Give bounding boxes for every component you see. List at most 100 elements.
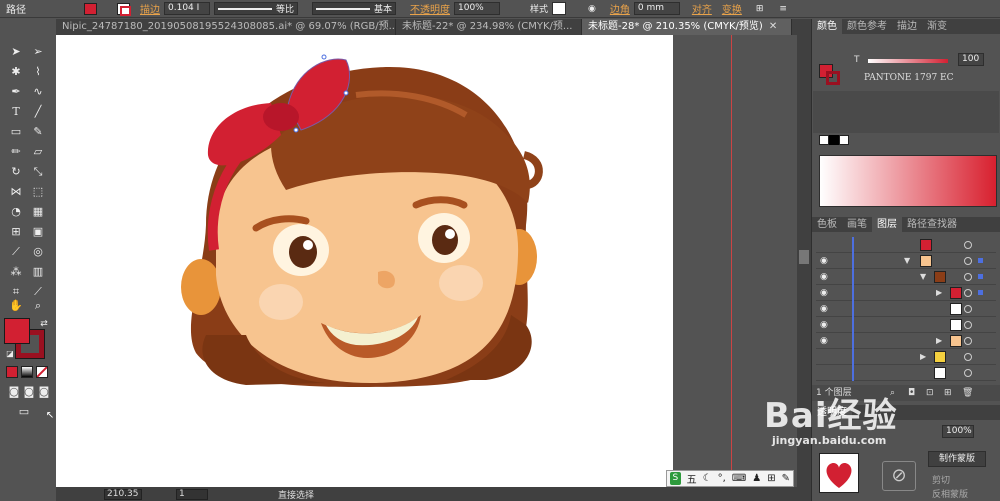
target-icon[interactable] <box>964 369 972 377</box>
black-color-swatch[interactable] <box>829 135 839 145</box>
tab-layers[interactable]: 图层 <box>872 217 902 232</box>
target-icon[interactable] <box>964 273 972 281</box>
variable-width-profile[interactable]: 等比 <box>214 2 298 15</box>
symbol-sprayer-tool-icon[interactable]: ⁂ <box>8 264 24 280</box>
eye-icon[interactable]: ◉ <box>820 320 830 330</box>
moon-icon[interactable]: ☾ <box>703 473 712 484</box>
layer-row[interactable] <box>816 237 996 253</box>
color-mode-icon[interactable] <box>6 366 18 378</box>
target-icon[interactable] <box>964 241 972 249</box>
hand-tool-icon[interactable]: ✋ <box>8 298 24 314</box>
color-spectrum[interactable] <box>819 155 997 207</box>
artboard[interactable] <box>56 35 673 487</box>
transform-icon[interactable]: ⊞ <box>756 4 764 14</box>
artboard-number-field[interactable]: 1 <box>176 488 208 500</box>
eye-icon[interactable]: ◉ <box>820 336 830 346</box>
expand-icon[interactable]: ▶ <box>920 352 926 361</box>
tab-brushes[interactable]: 画笔 <box>842 217 872 232</box>
stroke-weight-field[interactable]: 0.104 I <box>164 2 210 15</box>
tab-color-guide[interactable]: 颜色参考 <box>842 19 892 34</box>
layer-row[interactable]: ◉ ▶ <box>816 285 996 301</box>
corner-label[interactable]: 边角 <box>610 1 630 16</box>
mask-thumbnail[interactable] <box>819 453 859 493</box>
tint-field[interactable]: 100 <box>958 53 984 66</box>
pen-tool-icon[interactable]: ✒ <box>8 84 24 100</box>
draw-inside-icon[interactable]: ◙ <box>36 384 52 400</box>
invert-mask-checkbox-label[interactable]: 反相蒙版 <box>932 487 968 500</box>
fill-swatch[interactable] <box>84 2 97 15</box>
eraser-tool-icon[interactable]: ▱ <box>30 144 46 160</box>
align-link[interactable]: 对齐 <box>692 1 712 16</box>
rotate-tool-icon[interactable]: ↻ <box>8 164 24 180</box>
blend-tool-icon[interactable]: ◎ <box>30 244 46 260</box>
magic-wand-tool-icon[interactable]: ✱ <box>8 64 24 80</box>
direct-selection-tool-icon[interactable]: ➢ <box>30 44 46 60</box>
eye-icon[interactable]: ◉ <box>820 288 830 298</box>
corner-field[interactable]: 0 mm <box>633 2 680 15</box>
curvature-tool-icon[interactable]: ∿ <box>30 84 46 100</box>
opacity-label[interactable]: 不透明度 <box>410 1 450 16</box>
target-icon[interactable] <box>964 353 972 361</box>
style-swatch[interactable] <box>552 2 567 15</box>
layer-row[interactable]: ▶ <box>816 349 996 365</box>
target-icon[interactable] <box>964 289 972 297</box>
stroke-swatch[interactable] <box>117 2 131 16</box>
perspective-grid-tool-icon[interactable]: ▦ <box>30 204 46 220</box>
ime-mode-label[interactable]: 五 <box>687 471 697 486</box>
clip-checkbox-label[interactable]: 剪切 <box>932 473 950 486</box>
gradient-tool-icon[interactable]: ▣ <box>30 224 46 240</box>
mask-link-icon[interactable]: ⊘ <box>882 461 916 491</box>
free-transform-tool-icon[interactable]: ⬚ <box>30 184 46 200</box>
scroll-thumb[interactable] <box>799 250 809 264</box>
tint-slider[interactable] <box>868 59 948 63</box>
grid-icon[interactable]: ⊞ <box>767 473 775 484</box>
ime-toolbar[interactable]: S 五 ☾ °, ⌨ ♟ ⊞ ✎ <box>666 470 794 487</box>
default-colors-icon[interactable]: ◪ <box>2 346 18 362</box>
target-icon[interactable] <box>964 257 972 265</box>
layer-row[interactable]: ◉ <box>816 317 996 333</box>
eye-icon[interactable]: ◉ <box>820 272 830 282</box>
panel-menu-icon[interactable]: ≡ <box>779 4 787 14</box>
zoom-tool-icon[interactable]: ⌕ <box>30 298 46 314</box>
keyboard-icon[interactable]: ⌨ <box>732 473 746 484</box>
layer-row[interactable]: ◉ ▼ <box>816 253 996 269</box>
brush-definition[interactable]: 基本 <box>312 2 396 15</box>
transform-link[interactable]: 变换 <box>722 1 742 16</box>
recolor-icon[interactable]: ◉ <box>588 4 596 14</box>
tab-stroke[interactable]: 描边 <box>892 19 922 34</box>
fill-color-swatch[interactable] <box>4 318 30 344</box>
tools-icon[interactable]: ✎ <box>782 473 790 484</box>
paintbrush-tool-icon[interactable]: ✎ <box>30 124 46 140</box>
scale-tool-icon[interactable]: ⤡ <box>30 164 46 180</box>
tab-pathfinder[interactable]: 路径查找器 <box>902 217 962 232</box>
close-icon[interactable]: ✕ <box>769 21 777 32</box>
layer-row[interactable]: ◉ <box>816 301 996 317</box>
target-icon[interactable] <box>964 337 972 345</box>
lasso-tool-icon[interactable]: ⌇ <box>30 64 46 80</box>
tab-color[interactable]: 颜色 <box>812 19 842 34</box>
rectangle-tool-icon[interactable]: ▭ <box>8 124 24 140</box>
none-color-swatch[interactable] <box>819 135 829 145</box>
layer-row[interactable] <box>816 365 996 381</box>
white-color-swatch[interactable] <box>839 135 849 145</box>
layer-row[interactable]: ◉ ▶ <box>816 333 996 349</box>
zoom-field[interactable]: 210.35 <box>104 488 142 500</box>
shape-builder-tool-icon[interactable]: ◔ <box>8 204 24 220</box>
layer-row[interactable]: ◉ ▼ <box>816 269 996 285</box>
expand-icon[interactable]: ▶ <box>936 288 942 297</box>
delete-layer-icon[interactable]: 🗑 <box>962 385 973 401</box>
tab-document-1[interactable]: Nipic_24787180_20190508195524308085.ai* … <box>56 19 396 35</box>
width-tool-icon[interactable]: ⋈ <box>8 184 24 200</box>
swap-colors-icon[interactable]: ⇄ <box>36 316 52 332</box>
new-layer-icon[interactable]: ⊞ <box>944 385 952 401</box>
selection-tool-icon[interactable]: ➤ <box>8 44 24 60</box>
target-icon[interactable] <box>964 321 972 329</box>
tab-swatches[interactable]: 色板 <box>812 217 842 232</box>
expand-icon[interactable]: ▶ <box>936 336 942 345</box>
skin-icon[interactable]: ♟ <box>752 473 761 484</box>
draw-behind-icon[interactable]: ◙ <box>21 384 37 400</box>
punctuation-icon[interactable]: °, <box>718 473 726 484</box>
panel-stroke-swatch[interactable] <box>826 71 840 85</box>
opacity-field[interactable]: 100% <box>454 2 500 15</box>
pencil-tool-icon[interactable]: ✏ <box>8 144 24 160</box>
